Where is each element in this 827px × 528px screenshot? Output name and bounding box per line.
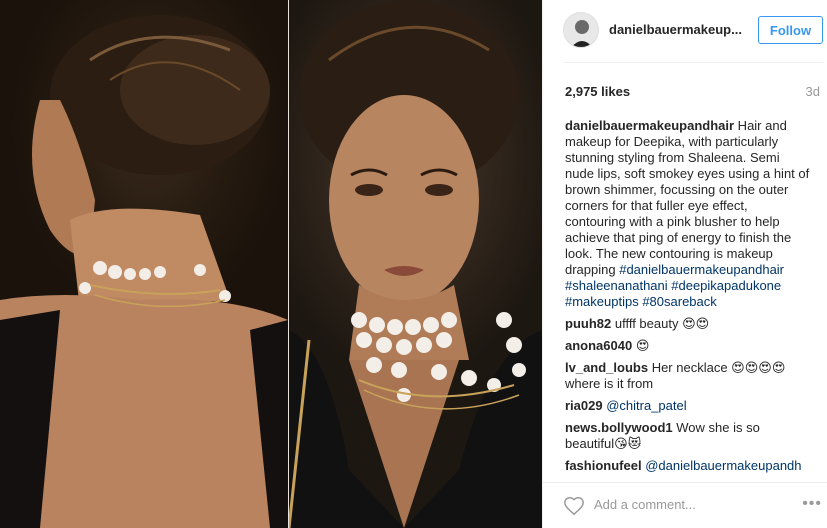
comment-username[interactable]: lv_and_loubs [565, 360, 648, 375]
list-item: news.bollywood1 Wow she is so beautiful😘… [565, 420, 810, 452]
comment-username[interactable]: puuh82 [565, 316, 611, 331]
more-options-icon[interactable]: ••• [802, 495, 822, 513]
avatar-icon [564, 13, 598, 47]
comment-text: 😍 [632, 338, 650, 353]
list-item: anona6040 😍 [565, 338, 810, 354]
add-comment-input[interactable]: Add a comment... [594, 497, 696, 512]
comment-mention[interactable]: @danielbauermakeupandh [645, 458, 801, 473]
heart-icon[interactable] [563, 495, 585, 517]
profile-avatar[interactable] [563, 12, 599, 48]
list-item: fashionufeel @danielbauermakeupandh [565, 458, 810, 474]
comment-mention[interactable]: @chitra_patel [606, 398, 686, 413]
comments-list: danielbauermakeupandhair Hair and makeup… [565, 118, 810, 480]
likes-count[interactable]: 2,975 likes [565, 84, 630, 99]
post-photo[interactable] [0, 0, 542, 528]
post-sidebar: danielbauermakeup... Follow 2,975 likes … [542, 0, 827, 528]
post-footer: Add a comment... ••• [543, 482, 827, 528]
list-item: puuh82 uffff beauty 😍😍 [565, 316, 810, 332]
back-view-illustration [0, 15, 288, 528]
photo-right-panel [287, 0, 542, 528]
list-item: ria029 @chitra_patel [565, 398, 810, 414]
caption-username[interactable]: danielbauermakeupandhair [565, 118, 734, 133]
comment-username[interactable]: anona6040 [565, 338, 632, 353]
post-header: danielbauermakeup... Follow [543, 0, 827, 62]
follow-button[interactable]: Follow [758, 16, 823, 44]
front-view-illustration [287, 0, 542, 528]
comment-username[interactable]: news.bollywood1 [565, 420, 673, 435]
comment-username[interactable]: fashionufeel [565, 458, 642, 473]
header-divider [563, 62, 823, 63]
comment-text: uffff beauty 😍😍 [611, 316, 710, 331]
comment-username[interactable]: ria029 [565, 398, 603, 413]
caption-text: Hair and makeup for Deepika, with partic… [565, 118, 810, 277]
caption: danielbauermakeupandhair Hair and makeup… [565, 118, 810, 310]
post-time[interactable]: 3d [806, 84, 820, 99]
photo-left-panel [0, 0, 288, 528]
post-username[interactable]: danielbauermakeup... [609, 22, 742, 37]
list-item: lv_and_loubs Her necklace 😍😍😍😍 where is … [565, 360, 810, 392]
